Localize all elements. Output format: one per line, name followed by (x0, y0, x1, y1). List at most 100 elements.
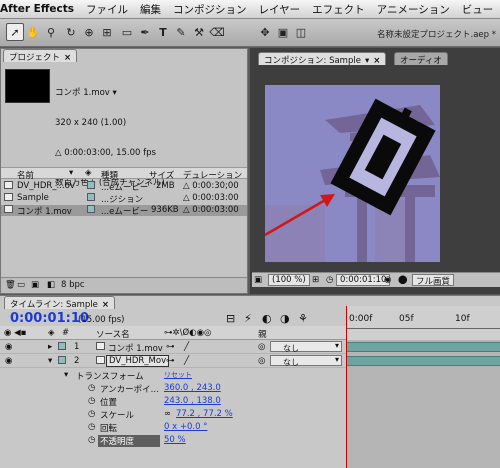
col-duration[interactable]: デュレーション (183, 169, 242, 181)
axis-world-icon[interactable]: ▣ (274, 23, 292, 41)
layer-duration-bar[interactable] (347, 356, 500, 366)
label-column-icon[interactable]: ◈ (85, 168, 92, 178)
property-row[interactable]: ◷ アンカーポイ... 360.0 , 243.0 (0, 382, 346, 395)
selected-item-name[interactable]: コンポ 1.mov ▾ (55, 88, 165, 98)
composition-tab[interactable]: コンポジション: Sample ▾ × (258, 52, 387, 66)
parent-select[interactable]: なし (270, 341, 342, 353)
trash-icon[interactable]: 🗑 (5, 280, 16, 290)
project-row[interactable]: Sample ...ジション △ 0:00:03:00 (1, 193, 247, 205)
selection-tool-icon[interactable]: ➚ (6, 23, 24, 41)
text-tool-icon[interactable]: T (154, 23, 172, 41)
menu-app[interactable]: After Effects (0, 3, 74, 15)
zoom-select[interactable]: (100 %) (268, 274, 310, 286)
menu-edit[interactable]: 編集 (140, 2, 161, 17)
current-time-field[interactable]: 0:00:01:10 (336, 274, 391, 286)
show-channel-icon[interactable]: ⬤ (398, 275, 408, 285)
motion-blur-icon[interactable]: ◑ (280, 312, 290, 325)
stopwatch-icon[interactable]: ◷ (88, 396, 95, 406)
new-comp-icon[interactable]: ▣ (31, 280, 39, 290)
comp-mini-flowchart-icon[interactable]: ⊟ (226, 312, 235, 325)
new-folder-icon[interactable]: ▭ (17, 280, 25, 290)
parent-pickwhip-icon[interactable]: ◎ (258, 356, 265, 366)
property-row[interactable]: ◷ スケール ∞ 77.2 , 77.2 % (0, 408, 346, 421)
project-tab[interactable]: プロジェクト × (3, 49, 78, 63)
bpc-label[interactable]: 8 bpc (61, 280, 85, 290)
live-update-icon[interactable]: ⚡ (244, 312, 252, 325)
axis-view-icon[interactable]: ◫ (292, 23, 310, 41)
close-icon[interactable]: × (102, 300, 109, 310)
timeline-layer-row[interactable]: ◉ ▾ 2 DV_HDR_Mov ⊶ ╱ ◎ なし (0, 355, 346, 368)
stopwatch-icon[interactable]: ◷ (88, 435, 95, 445)
brush-tool-icon[interactable]: ✎ (172, 23, 190, 41)
always-preview-icon[interactable]: ▣ (254, 275, 262, 285)
property-value[interactable]: 243.0 , 138.0 (164, 396, 221, 406)
rotate-tool-icon[interactable]: ↻ (62, 23, 80, 41)
resolution-select[interactable]: フル画質 (412, 274, 455, 287)
menu-composition[interactable]: コンポジション (173, 2, 247, 17)
switches-icon[interactable]: ⊶✲\Ø◐◉◎ (164, 328, 211, 338)
pan-behind-tool-icon[interactable]: ⊞ (98, 23, 116, 41)
label-column-icon[interactable]: ◈ (48, 328, 55, 338)
snapshot-camera-icon[interactable]: ◉ (384, 275, 391, 285)
composition-viewer[interactable] (265, 85, 440, 262)
current-time-indicator[interactable] (346, 306, 347, 468)
av-features-icon[interactable]: ◉ ◀▪ (4, 328, 26, 338)
eraser-tool-icon[interactable]: ⌫ (208, 23, 226, 41)
menu-effect[interactable]: エフェクト (312, 2, 365, 17)
timeline-tab[interactable]: タイムライン: Sample × (4, 296, 115, 310)
property-value[interactable]: 360.0 , 243.0 (164, 383, 221, 393)
property-value[interactable]: 50 % (164, 435, 186, 445)
property-value[interactable]: 77.2 , 77.2 % (176, 409, 233, 419)
audio-tab[interactable]: オーディオ (394, 52, 448, 66)
property-row[interactable]: ◷ 位置 243.0 , 138.0 (0, 395, 346, 408)
reset-link[interactable]: リセット (164, 370, 192, 380)
graph-editor-icon[interactable]: ⚘ (298, 312, 308, 325)
expand-chevron-icon[interactable]: ▸ (48, 342, 52, 352)
stopwatch-icon[interactable]: ◷ (88, 409, 95, 419)
shy-switch-icon[interactable]: ⊶ (166, 342, 175, 352)
time-icon[interactable]: ◷ (326, 275, 333, 285)
col-type[interactable]: 種類 (101, 169, 118, 181)
eye-icon[interactable]: ◉ (5, 342, 12, 352)
time-ruler[interactable]: 0:00f 05f 10f (346, 306, 500, 340)
pen-tool-icon[interactable]: ✒ (136, 23, 154, 41)
eye-icon[interactable]: ◉ (5, 356, 12, 366)
close-icon[interactable]: × (64, 53, 71, 63)
axis-mode-icon[interactable]: ✥ (256, 23, 274, 41)
parent-pickwhip-icon[interactable]: ◎ (258, 342, 265, 352)
shy-switch-icon[interactable]: ⊶ (166, 356, 175, 366)
camera-tool-icon[interactable]: ⊕ (80, 23, 98, 41)
property-row[interactable]: ◷ 不透明度 50 % (0, 434, 346, 447)
layer-duration-bar[interactable] (347, 342, 500, 352)
draft-3d-icon[interactable]: ◐ (262, 312, 272, 325)
grid-icon[interactable]: ⊞ (312, 275, 319, 285)
menu-layer[interactable]: レイヤー (258, 2, 300, 17)
col-size[interactable]: サイズ (149, 169, 174, 181)
property-row[interactable]: ◷ 回転 0 x +0.0 ° (0, 421, 346, 434)
transform-group-row[interactable]: ▾ トランスフォーム リセット (0, 369, 346, 382)
property-value[interactable]: 0 x +0.0 ° (164, 422, 207, 432)
quality-switch-icon[interactable]: ╱ (184, 356, 189, 366)
menu-file[interactable]: ファイル (86, 2, 128, 17)
chevron-down-icon[interactable]: ▾ (365, 56, 369, 66)
expand-chevron-icon[interactable]: ▾ (64, 370, 68, 380)
parent-select[interactable]: なし (270, 355, 342, 367)
col-parent[interactable]: 親 (258, 328, 267, 340)
quality-switch-icon[interactable]: ╱ (184, 342, 189, 352)
stopwatch-icon[interactable]: ◷ (88, 422, 95, 432)
expand-chevron-icon[interactable]: ▾ (48, 356, 52, 366)
sort-chevron-icon[interactable]: ▾ (69, 168, 73, 178)
col-name[interactable]: 名前 (17, 169, 34, 181)
timeline-layer-row[interactable]: ◉ ▸ 1 コンポ 1.mov ⊶ ╱ ◎ なし (0, 341, 346, 354)
clone-stamp-tool-icon[interactable]: ⚒ (190, 23, 208, 41)
close-icon[interactable]: × (373, 56, 380, 66)
menu-view[interactable]: ビュー (462, 2, 494, 17)
project-row-selected[interactable]: コンポ 1.mov ...eムービー 936KB △ 0:00:03:00 (1, 205, 247, 217)
project-row[interactable]: DV_HDR_...ov ...eムービー 2MB △ 0:00:30;00 (1, 181, 247, 193)
zoom-tool-icon[interactable]: ⚲ (42, 23, 60, 41)
col-source-name[interactable]: ソース名 (96, 328, 130, 340)
work-area-bar[interactable] (347, 328, 500, 332)
hand-tool-icon[interactable]: ✋ (24, 23, 42, 41)
stopwatch-icon[interactable]: ◷ (88, 383, 95, 393)
mask-tool-icon[interactable]: ▭ (118, 23, 136, 41)
